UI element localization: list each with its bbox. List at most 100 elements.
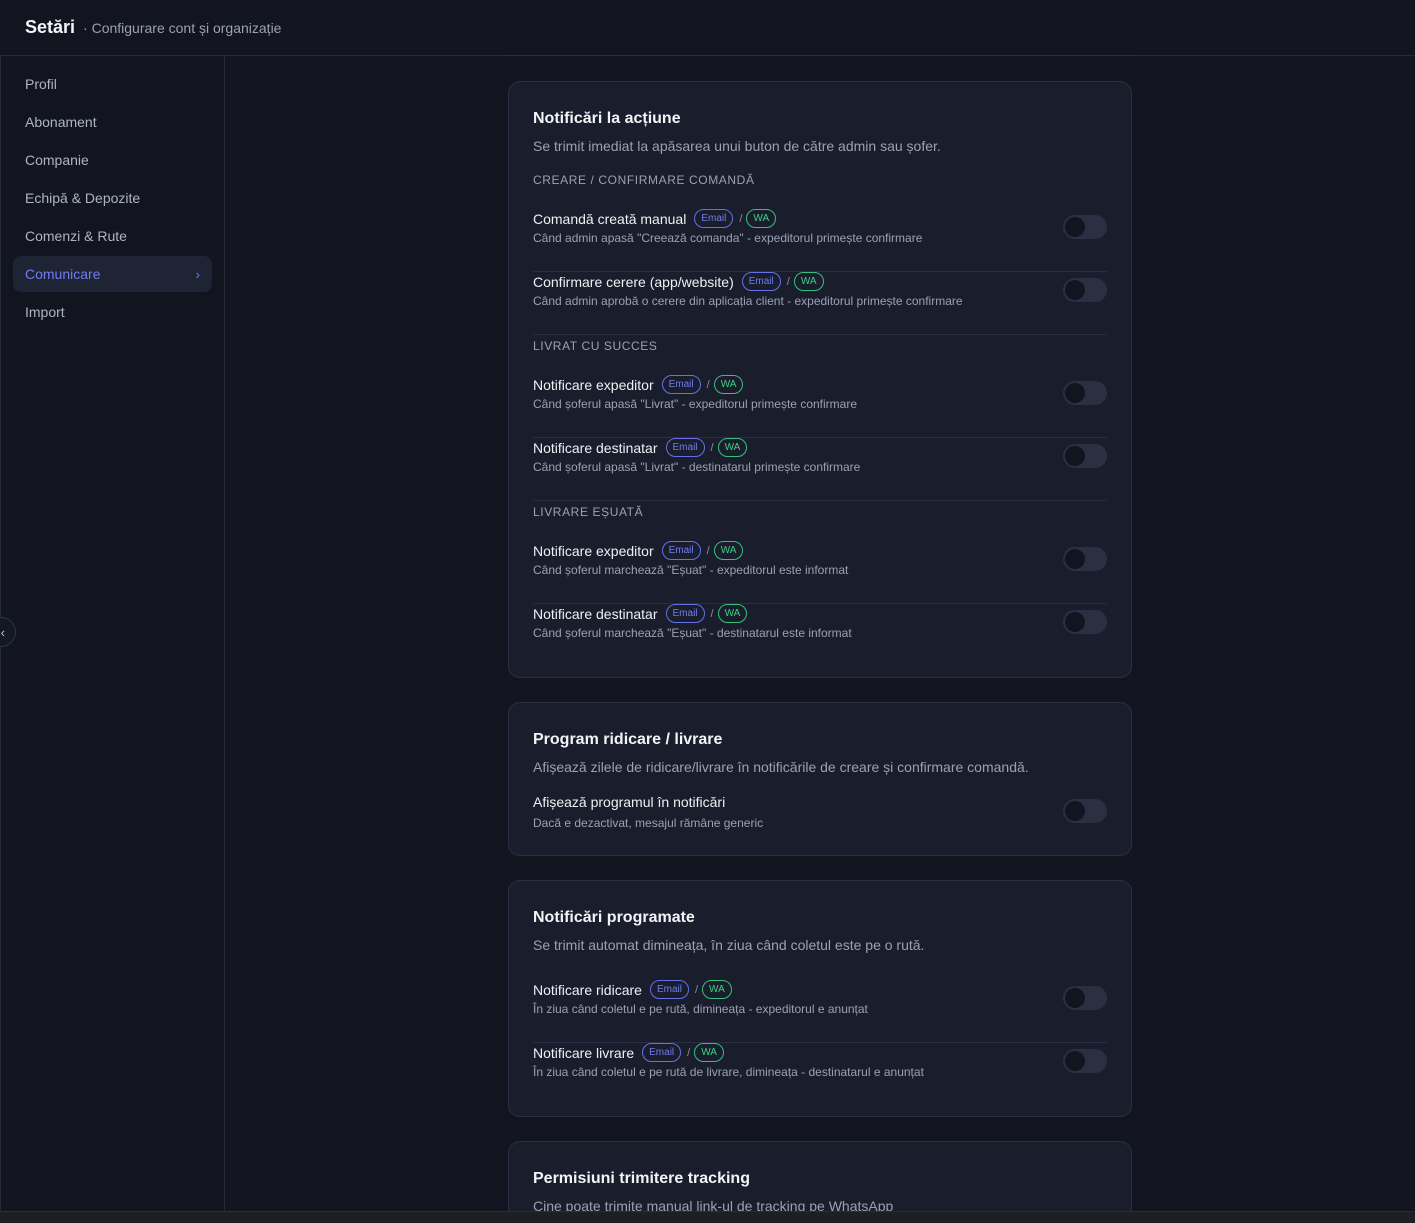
tracking-permissions-card: Permisiuni trimitere tracking Cine poate… bbox=[508, 1141, 1132, 1211]
setting-row: Notificare expeditor Email / WA Când șoferu… bbox=[533, 375, 1107, 438]
sidebar-item-import[interactable]: Import bbox=[13, 294, 212, 330]
toggle-switch[interactable] bbox=[1063, 610, 1107, 634]
sidebar-item-label: Import bbox=[25, 304, 65, 320]
sidebar-item-companie[interactable]: Companie bbox=[13, 142, 212, 178]
setting-title: Notificare expeditor Email / WA bbox=[533, 541, 744, 560]
setting-title-text: Comandă creată manual bbox=[533, 210, 687, 227]
page-subtitle: · Configurare cont și organizație bbox=[83, 19, 282, 36]
sidebar-item-comunicare[interactable]: Comunicare › bbox=[13, 256, 212, 292]
setting-title: Notificare destinatar Email / WA bbox=[533, 438, 748, 457]
setting-description: În ziua când coletul e pe rută, dimineaț… bbox=[533, 1002, 868, 1016]
toggle-switch[interactable] bbox=[1063, 215, 1107, 239]
setting-title: Afișează programul în notificări bbox=[533, 794, 726, 810]
card-title: Notificări la acțiune bbox=[533, 110, 681, 127]
email-badge: Email bbox=[649, 980, 689, 999]
setting-title-text: Notificare livrare bbox=[533, 1044, 635, 1061]
schedule-display-card: Program ridicare / livrare Afișează zile… bbox=[508, 702, 1132, 856]
setting-title-text: Notificare expeditor bbox=[533, 542, 654, 559]
card-description: Afișează zilele de ridicare/livrare în n… bbox=[533, 759, 1029, 775]
setting-description: Când șoferul apasă "Livrat" - destinatar… bbox=[533, 460, 861, 474]
toggle-switch[interactable] bbox=[1063, 381, 1107, 405]
card-title: Permisiuni trimitere tracking bbox=[533, 1170, 750, 1187]
email-badge: Email bbox=[665, 604, 705, 623]
badge-separator: / bbox=[706, 378, 710, 391]
top-bar: Setări · Configurare cont și organizație bbox=[0, 0, 1415, 56]
scheduled-notifications-card: Notificări programate Se trimit automat … bbox=[508, 880, 1132, 1117]
setting-description: Când admin aprobă o cerere din aplicația… bbox=[533, 294, 963, 308]
card-description: Se trimit automat dimineața, în ziua cân… bbox=[533, 937, 925, 953]
setting-description: Când șoferul marchează "Eșuat" - destina… bbox=[533, 626, 852, 640]
badge-separator: / bbox=[710, 441, 714, 454]
setting-title: Comandă creată manual Email / WA bbox=[533, 209, 777, 228]
setting-row: Notificare livrare Email / WA În ziua când … bbox=[533, 1043, 1107, 1106]
sidebar-item-label: Comenzi & Rute bbox=[25, 228, 127, 244]
toggle-switch[interactable] bbox=[1063, 986, 1107, 1010]
setting-row: Afișează programul în notificări Dacă e … bbox=[533, 794, 1107, 855]
page-title: Setări bbox=[25, 17, 76, 37]
toggle-knob bbox=[1065, 280, 1085, 300]
toggle-knob bbox=[1065, 612, 1085, 632]
setting-description: Când admin apasă "Creează comanda" - exp… bbox=[533, 231, 923, 245]
sidebar-item-label: Abonament bbox=[25, 114, 97, 130]
sidebar-item-comenzi-rute[interactable]: Comenzi & Rute bbox=[13, 218, 212, 254]
email-badge: Email bbox=[642, 1043, 682, 1062]
sidebar-item-abonament[interactable]: Abonament bbox=[13, 104, 212, 140]
toggle-switch[interactable] bbox=[1063, 278, 1107, 302]
sidebar-item-label: Companie bbox=[25, 152, 89, 168]
whatsapp-badge: WA bbox=[713, 541, 744, 560]
window-bottom-edge bbox=[0, 1211, 1415, 1223]
whatsapp-badge: WA bbox=[717, 438, 748, 457]
whatsapp-badge: WA bbox=[746, 209, 777, 228]
toggle-knob bbox=[1065, 1051, 1085, 1071]
setting-title: Confirmare cerere (app/website) Email / WA bbox=[533, 272, 824, 291]
card-title: Notificări programate bbox=[533, 909, 695, 926]
badge-separator: / bbox=[786, 275, 790, 288]
sidebar-item-profil[interactable]: Profil bbox=[13, 66, 212, 102]
chevron-right-icon: › bbox=[195, 266, 200, 282]
toggle-knob bbox=[1065, 217, 1085, 237]
toggle-switch[interactable] bbox=[1063, 444, 1107, 468]
email-badge: Email bbox=[661, 541, 701, 560]
card-title: Program ridicare / livrare bbox=[533, 731, 723, 748]
toggle-switch[interactable] bbox=[1063, 547, 1107, 571]
setting-row: Notificare expeditor Email / WA Când șoferu… bbox=[533, 541, 1107, 604]
whatsapp-badge: WA bbox=[694, 1043, 724, 1062]
toggle-switch[interactable] bbox=[1063, 799, 1107, 823]
setting-description: Când șoferul apasă "Livrat" - expeditoru… bbox=[533, 397, 857, 411]
action-notifications-card: Notificări la acțiune Se trimit imediat … bbox=[508, 81, 1132, 678]
setting-title: Notificare expeditor Email / WA bbox=[533, 375, 744, 394]
whatsapp-badge: WA bbox=[717, 604, 748, 623]
setting-title-text: Notificare ridicare bbox=[533, 981, 642, 998]
setting-title-text: Confirmare cerere (app/website) bbox=[533, 273, 734, 290]
setting-title-text: Notificare destinatar bbox=[533, 605, 658, 622]
badge-separator: / bbox=[739, 212, 743, 225]
whatsapp-badge: WA bbox=[793, 272, 824, 291]
divider bbox=[509, 55, 1132, 56]
toggle-switch[interactable] bbox=[1063, 1049, 1107, 1073]
sidebar-item-label: Comunicare bbox=[25, 266, 101, 282]
badge-separator: / bbox=[694, 983, 699, 996]
email-badge: Email bbox=[741, 272, 781, 291]
setting-row: Confirmare cerere (app/website) Email / WA … bbox=[533, 272, 1107, 335]
toggle-knob bbox=[1065, 446, 1085, 466]
toggle-knob bbox=[1065, 988, 1085, 1008]
sidebar-item-label: Echipă & Depozite bbox=[25, 190, 141, 206]
setting-description: Când șoferul marchează "Eșuat" - expedit… bbox=[533, 563, 849, 577]
toggle-knob bbox=[1065, 549, 1085, 569]
toggle-knob bbox=[1065, 801, 1085, 821]
sidebar-item-echipa-depozite[interactable]: Echipă & Depozite bbox=[13, 180, 212, 216]
chevron-left-icon: ‹ bbox=[0, 624, 5, 640]
email-badge: Email bbox=[665, 438, 705, 457]
sidebar-item-label: Profil bbox=[25, 76, 57, 92]
card-description: Cine poate trimite manual link-ul de tra… bbox=[533, 1198, 894, 1211]
setting-title-text: Notificare expeditor bbox=[533, 376, 654, 393]
setting-title: Notificare ridicare Email / WA bbox=[533, 980, 732, 999]
settings-sidebar: Profil Abonament Companie Echipă & Depoz… bbox=[0, 56, 225, 1211]
setting-description: În ziua când coletul e pe rută de livrar… bbox=[533, 1065, 924, 1079]
badge-separator: / bbox=[687, 1046, 691, 1059]
toggle-knob bbox=[1065, 383, 1085, 403]
email-badge: Email bbox=[661, 375, 701, 394]
card-description: Se trimit imediat la apăsarea unui buton… bbox=[533, 138, 941, 154]
badge-separator: / bbox=[710, 607, 714, 620]
section-label: CREARE / CONFIRMARE COMANDĂ bbox=[533, 173, 755, 187]
